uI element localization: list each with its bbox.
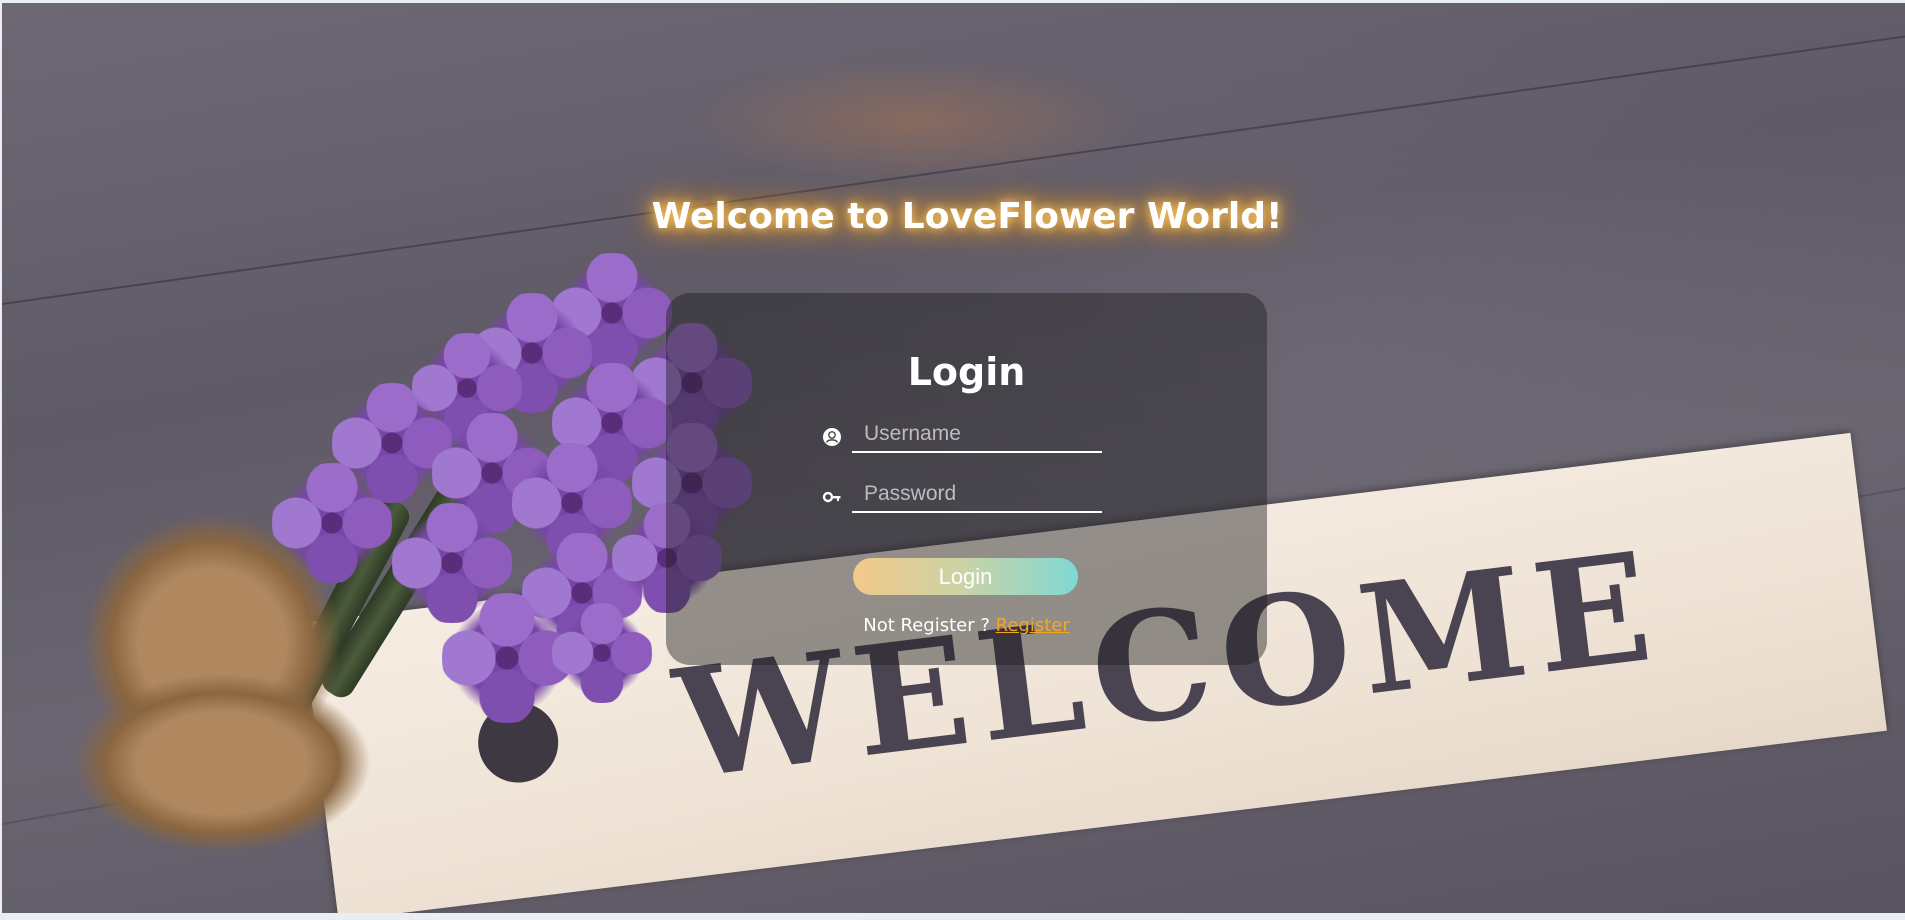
page-title: Welcome to LoveFlower World! — [651, 196, 1283, 237]
register-row: Not Register ? Register — [666, 615, 1267, 636]
blossom — [552, 603, 652, 703]
login-button[interactable]: Login — [853, 558, 1078, 595]
register-prompt: Not Register ? — [863, 615, 990, 636]
blossom — [272, 463, 392, 583]
plank-seam — [2, 31, 1905, 305]
register-link[interactable]: Register — [996, 615, 1070, 636]
key-icon — [822, 487, 842, 507]
password-input[interactable] — [862, 477, 1098, 511]
login-page: WELCOME Welcome to LoveFlower World! Log… — [2, 3, 1905, 913]
login-heading: Login — [907, 350, 1026, 394]
username-field — [823, 417, 1102, 453]
username-input[interactable] — [862, 417, 1098, 451]
login-form: Login Login Not R — [666, 293, 1267, 665]
password-field — [822, 477, 1102, 513]
user-icon — [822, 427, 842, 447]
rope-knot — [72, 673, 372, 853]
